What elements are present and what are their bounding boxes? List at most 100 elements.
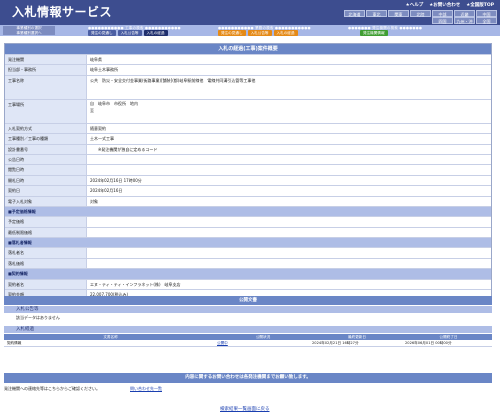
- project-detail-panel: 入札の経過(工事)案件概要 発注機関 岐阜県 担当部・事務所 岐阜土木事務所 工…: [4, 43, 492, 301]
- field-label: 担当部・事務所: [5, 65, 87, 75]
- detail-row: 最低制限価格: [5, 226, 491, 238]
- field-value: 土木一式工事: [90, 136, 114, 142]
- region-tab-hokuriku[interactable]: 北陸: [410, 10, 431, 17]
- field-label: 設計書番号: [5, 144, 87, 154]
- detail-row: 発注機関 岐阜県: [5, 54, 491, 65]
- inquiry-notice: 内容に関するお問い合わせは各発注機関までお願い致します。: [4, 373, 492, 383]
- detail-row: 落札価格: [5, 257, 491, 269]
- field-label: 発注機関: [5, 55, 87, 65]
- detail-row: 契約者名 エヌ・ティ・ティ・インフラネット(株) 岐阜支店: [5, 278, 491, 290]
- business-type-select[interactable]: 事業種別の選択 事業種別選択へ: [3, 26, 55, 35]
- site-header: 入札情報サービス ★ヘルプ ★お問い合わせ ★全国版TOP 北海道 東北 関東 …: [0, 0, 500, 31]
- field-label: 予定価格: [5, 217, 87, 227]
- field-value: 随意契約: [90, 125, 106, 131]
- detail-row: 予定価格: [5, 216, 491, 227]
- region-tab-chubu[interactable]: 中部: [432, 10, 453, 17]
- contact-link[interactable]: ★お問い合わせ: [429, 2, 460, 8]
- detail-row: 公告日時: [5, 153, 491, 165]
- business-type-button-label: 事業種別選択へ: [16, 30, 42, 35]
- detail-row: 契約日 2024年02月16日: [5, 185, 491, 196]
- contact-list-link[interactable]: 問い合わせ先一覧: [130, 386, 162, 392]
- field-value: ※発注機関が独自に定めるコード: [90, 146, 158, 152]
- detail-heading: 入札の経過(工事)案件概要: [5, 44, 491, 54]
- field-label: 最低制限価格: [5, 227, 87, 238]
- detail-row: 開札日時 2024年02月16日 17時00分: [5, 174, 491, 186]
- field-value: 岐阜土木事務所: [90, 67, 118, 73]
- field-label: 開札日時: [5, 175, 87, 186]
- document-status-link[interactable]: 公開中: [214, 340, 309, 346]
- detail-row: 工事名称 公共 防災・安全交付金事業(街路事業)[舗装](都)岐阜駅前線他 電線…: [5, 74, 491, 99]
- detail-row: 担当部・事務所 岐阜土木事務所: [5, 64, 491, 75]
- field-value: [87, 155, 491, 164]
- field-value: [87, 217, 491, 226]
- document-end-date: 2026年06月01日 00時00分: [405, 341, 452, 345]
- help-link[interactable]: ★ヘルプ: [406, 2, 424, 8]
- field-label: 公告日時: [5, 154, 87, 165]
- field-value: エヌ・ティ・ティ・インフラネット(株) 岐阜支店: [90, 281, 181, 287]
- detail-row: 設計書番号 ※発注機関が独自に定めるコード: [5, 143, 491, 154]
- region-tab-national[interactable]: 全国: [476, 17, 497, 24]
- field-label: 工事名称: [5, 75, 87, 99]
- region-tab-kyushu[interactable]: 九州・沖縄: [454, 17, 475, 31]
- back-to-results-link[interactable]: 検索結果一覧画面に戻る: [220, 406, 270, 412]
- field-value: 公共 防災・安全交付金事業(街路事業)[舗装](都)岐阜駅前線他 電線共同溝引込…: [90, 77, 256, 83]
- detail-row: 落札者名: [5, 247, 491, 258]
- section-label: ■落札者情報: [8, 240, 32, 246]
- public-docs-heading: 公開文書: [4, 296, 492, 305]
- search-navbar: 事業種別の選択 事業種別選択へ ●●●●●●●●●●● 工事の検索 ●●●●●●…: [0, 25, 500, 36]
- field-label: 電子入札対象: [5, 196, 87, 206]
- region-tab-shikoku[interactable]: 四国: [432, 17, 453, 24]
- field-label: 契約日: [5, 186, 87, 196]
- field-value: [87, 248, 491, 257]
- location-to: 至: [90, 108, 94, 114]
- region-tab-hokkaido[interactable]: 北海道: [344, 10, 365, 17]
- field-label: 閲覧日時: [5, 165, 87, 175]
- region-tab-chugoku[interactable]: 中国: [476, 10, 497, 17]
- tab-construction-outlook[interactable]: 発注の見通し: [88, 30, 116, 36]
- document-updated: 2024年02月21日 16時27分: [312, 341, 359, 345]
- detail-row: 閲覧日時: [5, 164, 491, 175]
- section-header-estimate: ■予定価格情報: [5, 205, 491, 217]
- tab-construction-progress[interactable]: 入札の経過: [143, 30, 168, 36]
- detail-row: 工事種別／工事の種類 土木一式工事: [5, 133, 491, 144]
- documents-table: 文書名称 公開状況 最終更新日 公開終了日 契約情報 公開中 2024年02月2…: [4, 334, 492, 347]
- tab-construction-notice[interactable]: 入札公告等: [117, 30, 142, 36]
- no-data-message: 該当データはありません: [16, 315, 60, 320]
- table-row: 契約情報 公開中 2024年02月21日 16時27分 2026年06月01日 …: [4, 340, 492, 347]
- section-label: ■予定価格情報: [8, 208, 36, 214]
- detail-row: 電子入札対象 対象: [5, 195, 491, 206]
- field-value: 対象: [90, 198, 98, 204]
- region-tab-kanto[interactable]: 関東: [388, 10, 409, 17]
- field-value: [87, 259, 491, 268]
- region-tabs-row-1: 北海道 東北 関東 北陸 中部 近畿 中国: [344, 10, 497, 17]
- national-top-link[interactable]: ★全国版TOP: [466, 2, 494, 8]
- header-links: ★ヘルプ ★お問い合わせ ★全国版TOP: [406, 2, 494, 8]
- section-header-contract: ■契約情報: [5, 268, 491, 279]
- field-value: 岐阜県: [90, 57, 102, 62]
- field-value: [87, 165, 491, 174]
- field-value: 2024年02月16日: [90, 188, 123, 194]
- region-tab-tohoku[interactable]: 東北: [366, 10, 387, 17]
- detail-row: 工事場所 自 岐阜市 市役所 地内 至: [5, 98, 491, 123]
- section-label: ■契約情報: [8, 271, 28, 277]
- app-title: 入札情報サービス: [12, 5, 113, 19]
- region-tab-kinki[interactable]: 近畿: [454, 10, 475, 17]
- section-header-winner: ■落札者情報: [5, 237, 491, 248]
- result-subheading: 入札経過: [4, 326, 492, 333]
- tab-service-progress[interactable]: 入札の経過: [273, 30, 298, 36]
- region-tabs-row-2: 四国 九州・沖縄 全国: [432, 17, 497, 31]
- detail-row: 入札契約方式 随意契約: [5, 122, 491, 134]
- field-label: 落札価格: [5, 258, 87, 269]
- tab-service-notice[interactable]: 入札公告等: [247, 30, 272, 36]
- location-from: 自 岐阜市 市役所 地内: [90, 100, 138, 106]
- field-value: 2024年02月16日 17時00分: [90, 177, 142, 183]
- field-label: 工事場所: [5, 99, 87, 123]
- field-label: 契約者名: [5, 279, 87, 290]
- field-value: [87, 228, 491, 237]
- field-value: 自 岐阜市 市役所 地内 至: [87, 100, 491, 123]
- notice-subheading: 入札公告等: [4, 306, 492, 313]
- tab-service-outlook[interactable]: 発注の見通し: [218, 30, 246, 36]
- contact-text: 発注機関への連絡先等はこちらからご確認ください。: [4, 386, 100, 391]
- field-label: 入札契約方式: [5, 123, 87, 134]
- tab-agency-info[interactable]: 発注機関情報: [360, 30, 388, 36]
